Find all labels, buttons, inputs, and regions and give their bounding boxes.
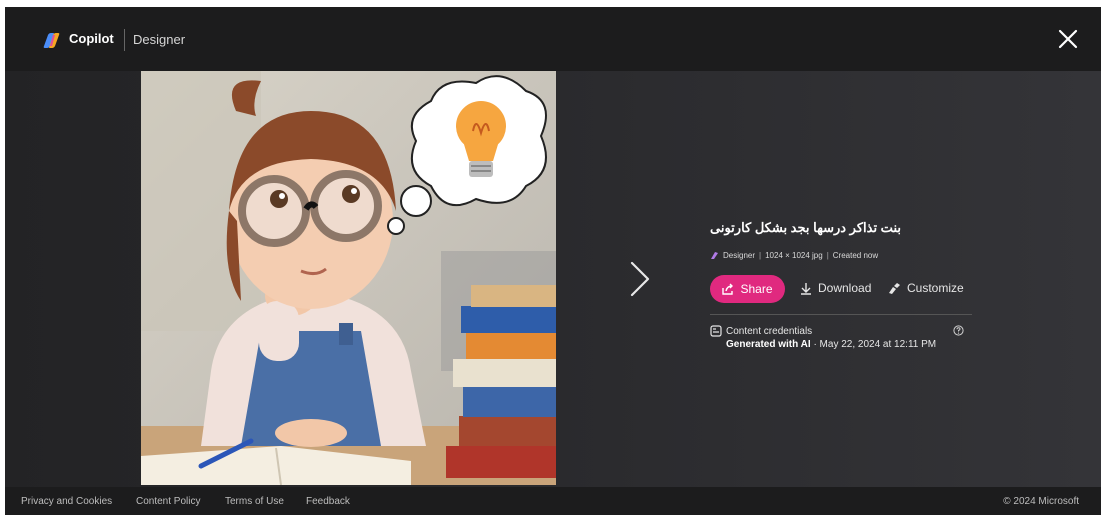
credentials-icon <box>710 325 722 337</box>
brand-name: Copilot <box>69 31 114 46</box>
share-button[interactable]: Share <box>710 275 785 303</box>
girl-studying-illustration <box>141 71 556 485</box>
image-viewer: Copilot Designer بنت تذاكر درسها بجد بشك… <box>5 7 1101 515</box>
footer-link-terms[interactable]: Terms of Use <box>225 496 284 507</box>
download-label: Download <box>818 281 872 295</box>
product-name: Designer <box>133 32 186 47</box>
customize-brush-icon <box>889 282 900 294</box>
help-icon[interactable] <box>953 325 964 336</box>
credentials-label: Content credentials <box>726 325 813 337</box>
header-divider <box>124 29 125 51</box>
customize-label: Customize <box>907 281 964 295</box>
next-image-chevron-icon[interactable] <box>628 260 652 298</box>
image-title: بنت تذاكر درسها بجد بشكل كارتونى <box>710 220 901 235</box>
share-icon <box>722 283 734 295</box>
designer-icon <box>711 252 718 259</box>
copyright: © 2024 Microsoft <box>1003 496 1079 507</box>
meta-source: Designer <box>723 251 756 260</box>
share-label: Share <box>740 282 773 296</box>
footer-link-privacy[interactable]: Privacy and Cookies <box>21 496 112 507</box>
footer-link-feedback[interactable]: Feedback <box>306 496 350 507</box>
copilot-logo-icon <box>43 33 60 48</box>
details-divider <box>710 314 972 315</box>
image-meta: Designer | 1024 × 1024 jpg | Created now <box>710 251 878 260</box>
download-button[interactable]: Download <box>800 281 871 295</box>
generated-image <box>141 71 556 485</box>
customize-button[interactable]: Customize <box>887 281 964 295</box>
content-credentials: Content credentials Generated with AI · … <box>710 325 936 350</box>
generated-label: Generated with AI <box>726 339 811 350</box>
footer-link-content-policy[interactable]: Content Policy <box>136 496 200 507</box>
footer: Privacy and Cookies Content Policy Terms… <box>5 487 1101 515</box>
meta-created: Created now <box>832 251 879 260</box>
download-icon <box>801 282 811 295</box>
meta-dimensions: 1024 × 1024 jpg <box>765 251 823 260</box>
top-bar: Copilot Designer <box>5 7 1101 71</box>
close-icon[interactable] <box>1055 26 1081 52</box>
generated-date: · May 22, 2024 at 12:11 PM <box>813 339 937 350</box>
